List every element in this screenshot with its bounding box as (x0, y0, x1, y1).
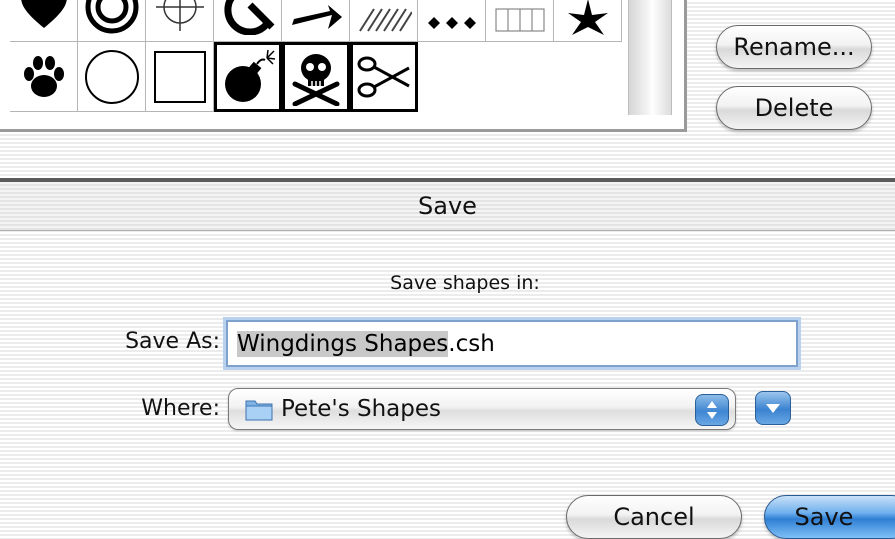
sheet-title: Save (418, 192, 477, 220)
shape-cell[interactable] (418, 0, 486, 42)
chevron-down-icon (766, 404, 780, 413)
curved-arrow-icon (223, 0, 274, 35)
delete-button-label: Delete (754, 94, 834, 122)
save-sheet-titlebar: Save (0, 182, 895, 231)
expand-browser-button[interactable] (755, 391, 791, 425)
heart-suit-icon (20, 0, 67, 28)
cancel-button-label: Cancel (613, 503, 695, 531)
crosshair-icon (155, 0, 204, 31)
shape-grid-frame (0, 0, 687, 132)
rename-button-label: Rename... (733, 33, 855, 61)
where-value: Pete's Shapes (281, 396, 441, 422)
shape-cell-selected[interactable] (214, 42, 282, 112)
shape-cell[interactable] (486, 0, 554, 42)
shape-cell[interactable] (214, 0, 282, 42)
save-button[interactable]: Save (764, 495, 895, 539)
shape-cell[interactable] (282, 0, 350, 42)
shape-cell[interactable] (78, 42, 146, 112)
circle-outline-icon (84, 49, 139, 104)
arrow-shape-icon (291, 4, 342, 29)
save-button-label: Save (794, 503, 854, 531)
cancel-button[interactable]: Cancel (566, 495, 742, 539)
shape-cell[interactable] (10, 0, 78, 42)
filename-extension: .csh (448, 330, 495, 357)
rename-button[interactable]: Rename... (716, 25, 872, 69)
shape-cell-selected[interactable] (350, 42, 418, 112)
shape-cell[interactable] (78, 0, 146, 42)
shape-library-panel: Rename... Delete (0, 0, 895, 178)
save-shapes-prompt: Save shapes in: (390, 272, 540, 294)
popup-arrows-icon (695, 394, 729, 426)
star-icon (567, 0, 608, 35)
bomb-icon (225, 49, 276, 102)
hatched-pattern-icon (358, 7, 412, 32)
where-popup[interactable]: Pete's Shapes (228, 388, 736, 430)
diamonds-icon (427, 16, 476, 29)
save-as-label: Save As: (125, 329, 220, 354)
skull-crossbones-icon (292, 54, 340, 106)
delete-button[interactable]: Delete (716, 86, 872, 130)
square-outline-icon (153, 50, 206, 103)
shape-cell[interactable] (350, 0, 418, 42)
where-label: Where: (141, 396, 220, 421)
scissors-icon (357, 56, 410, 98)
shape-cell[interactable] (146, 0, 214, 42)
shape-cell[interactable] (10, 42, 78, 112)
grid-pattern-icon (494, 7, 545, 32)
folder-icon (245, 397, 273, 421)
shape-cell-selected[interactable] (282, 42, 350, 112)
shape-grid (10, 0, 626, 112)
paw-print-icon (23, 55, 64, 97)
filename-selected-text: Wingdings Shapes (237, 330, 449, 357)
filename-field[interactable]: Wingdings Shapes .csh (226, 320, 798, 367)
shape-cell[interactable] (554, 0, 622, 42)
target-circle-icon (85, 0, 138, 33)
shape-grid-scrollbar[interactable] (628, 0, 672, 115)
shape-cell[interactable] (146, 42, 214, 112)
